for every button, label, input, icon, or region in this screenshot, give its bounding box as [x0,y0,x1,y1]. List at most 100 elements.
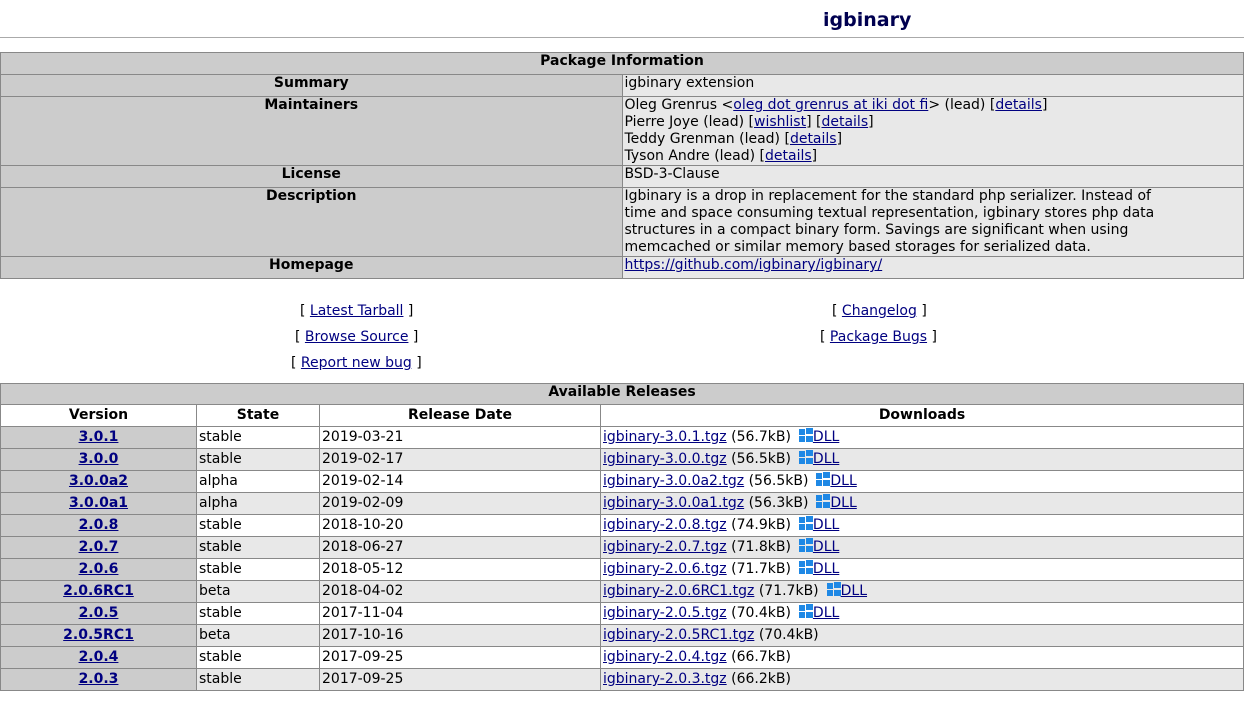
dll-label: DLL [812,429,840,445]
tarball-download-link[interactable]: igbinary-2.0.3.tgz [603,671,727,687]
windows-icon [826,582,841,596]
maintainers-value: Oleg Grenrus <oleg dot grenrus at iki do… [621,96,1244,166]
windows-icon [798,428,813,442]
dll-label: DLL [840,583,868,599]
version-link[interactable]: 2.0.4 [79,649,119,665]
dll-download-link[interactable]: DLL [808,472,857,489]
license-label: License [0,165,623,188]
file-size: (70.4kB) [731,605,791,621]
bracket: [ [832,303,838,319]
dll-label: DLL [812,517,840,533]
release-date-cell: 2019-02-14 [319,470,601,493]
browse-source-link[interactable]: Browse Source [305,329,409,345]
tarball-download-link[interactable]: igbinary-3.0.0.tgz [603,451,727,467]
dll-download-link[interactable]: DLL [791,450,839,467]
report-new-bug-link[interactable]: Report new bug [301,355,412,371]
downloads-cell: igbinary-2.0.6RC1.tgz (71.7kB) DLL [600,580,1244,603]
version-cell: 2.0.8 [0,514,197,537]
tarball-download-link[interactable]: igbinary-3.0.0a1.tgz [603,495,744,511]
table-row: 2.0.7 stable 2018-06-27 igbinary-2.0.7.tgz … [0,536,1244,559]
version-link[interactable]: 3.0.0 [79,451,119,467]
releases-column-header-row: Version State Release Date Downloads [0,404,1244,427]
version-link[interactable]: 2.0.6RC1 [63,583,134,599]
version-link[interactable]: 3.0.0a1 [69,495,128,511]
browse-source-item: [ Browse Source ] [295,329,418,345]
state-cell: alpha [196,492,320,515]
state-cell: stable [196,426,320,449]
version-link[interactable]: 3.0.0a2 [69,473,128,489]
maintainer-text: Tyson Andre (lead) [ [624,148,766,164]
description-line: time and space consuming textual represe… [624,205,1155,221]
maintainer-email-link[interactable]: oleg dot grenrus at iki dot fi [733,97,928,113]
state-cell: stable [196,514,320,537]
homepage-row: Homepage https://github.com/igbinary/igb… [0,256,1244,279]
package-info-heading: Package Information [0,52,1244,75]
bracket: ] [921,303,927,319]
maintainer-text: ] [836,131,843,147]
tarball-download-link[interactable]: igbinary-2.0.5RC1.tgz [603,627,754,643]
tarball-download-link[interactable]: igbinary-3.0.1.tgz [603,429,727,445]
dll-download-link[interactable]: DLL [791,516,840,533]
dll-label: DLL [830,495,857,511]
summary-value: igbinary extension [621,74,1244,97]
bracket: [ [295,329,301,345]
dll-label: DLL [830,473,857,489]
latest-tarball-link[interactable]: Latest Tarball [310,303,404,319]
maintainer-details-link[interactable]: details [765,148,812,164]
version-cell: 3.0.0a2 [0,470,197,493]
state-cell: stable [196,646,320,669]
dll-label: DLL [812,539,840,555]
windows-icon [798,560,813,574]
releases-table: Available Releases Version State Release… [0,383,1244,691]
version-link[interactable]: 3.0.1 [79,429,119,445]
maintainer-details-link[interactable]: details [995,97,1042,113]
dll-download-link[interactable]: DLL [819,582,868,599]
tarball-download-link[interactable]: igbinary-2.0.6.tgz [603,561,727,577]
windows-icon [798,538,813,552]
description-line: memcached or similar memory based storag… [624,239,1091,255]
version-link[interactable]: 2.0.5RC1 [63,627,134,643]
maintainer-wishlist-link[interactable]: wishlist [754,114,806,130]
tarball-download-link[interactable]: igbinary-2.0.7.tgz [603,539,727,555]
tarball-download-link[interactable]: igbinary-3.0.0a2.tgz [603,473,744,489]
file-size: (71.8kB) [731,539,791,555]
maintainers-row: Maintainers Oleg Grenrus <oleg dot grenr… [0,96,1244,166]
file-size: (56.3kB) [748,495,809,511]
tarball-download-link[interactable]: igbinary-2.0.8.tgz [603,517,727,533]
version-cell: 2.0.5 [0,602,197,625]
column-header-downloads: Downloads [600,404,1244,427]
windows-icon [816,472,831,486]
table-row: 2.0.4 stable 2017-09-25 igbinary-2.0.4.tgz … [0,646,1244,669]
windows-icon [798,604,813,618]
bracket: ] [407,303,414,319]
maintainer-details-link[interactable]: details [790,131,837,147]
table-row: 2.0.6RC1 beta 2018-04-02 igbinary-2.0.6RC1.… [0,580,1244,603]
version-link[interactable]: 2.0.8 [79,517,119,533]
version-link[interactable]: 2.0.6 [79,561,119,577]
tarball-download-link[interactable]: igbinary-2.0.6RC1.tgz [603,583,754,599]
dll-download-link[interactable]: DLL [791,604,839,621]
homepage-link[interactable]: https://github.com/igbinary/igbinary/ [625,257,883,273]
version-link[interactable]: 2.0.3 [79,671,119,687]
table-row: 3.0.0a2 alpha 2019-02-14 igbinary-3.0.0a2.t… [0,470,1244,493]
maintainer-details-link[interactable]: details [821,114,868,130]
dll-download-link[interactable]: DLL [791,538,840,555]
downloads-cell: igbinary-2.0.5RC1.tgz (70.4kB) [600,624,1244,647]
tarball-download-link[interactable]: igbinary-2.0.5.tgz [603,605,727,621]
package-bugs-link[interactable]: Package Bugs [830,329,927,345]
version-cell: 3.0.1 [0,426,197,449]
version-cell: 2.0.3 [0,668,197,691]
dll-download-link[interactable]: DLL [808,494,857,511]
dll-download-link[interactable]: DLL [791,560,839,577]
maintainer-oleg: Oleg Grenrus <oleg dot grenrus at iki do… [625,97,1242,114]
maintainer-text: Teddy Grenman (lead) [ [624,131,790,147]
changelog-link[interactable]: Changelog [842,303,917,319]
dll-download-link[interactable]: DLL [791,428,840,445]
description-line: structures in a compact binary form. Sav… [624,222,1129,238]
version-link[interactable]: 2.0.5 [79,605,119,621]
version-link[interactable]: 2.0.7 [79,539,119,555]
version-cell: 2.0.6 [0,558,197,581]
tarball-download-link[interactable]: igbinary-2.0.4.tgz [603,649,727,665]
downloads-cell: igbinary-2.0.5.tgz (70.4kB) DLL [600,602,1244,625]
release-date-cell: 2017-09-25 [319,668,601,691]
